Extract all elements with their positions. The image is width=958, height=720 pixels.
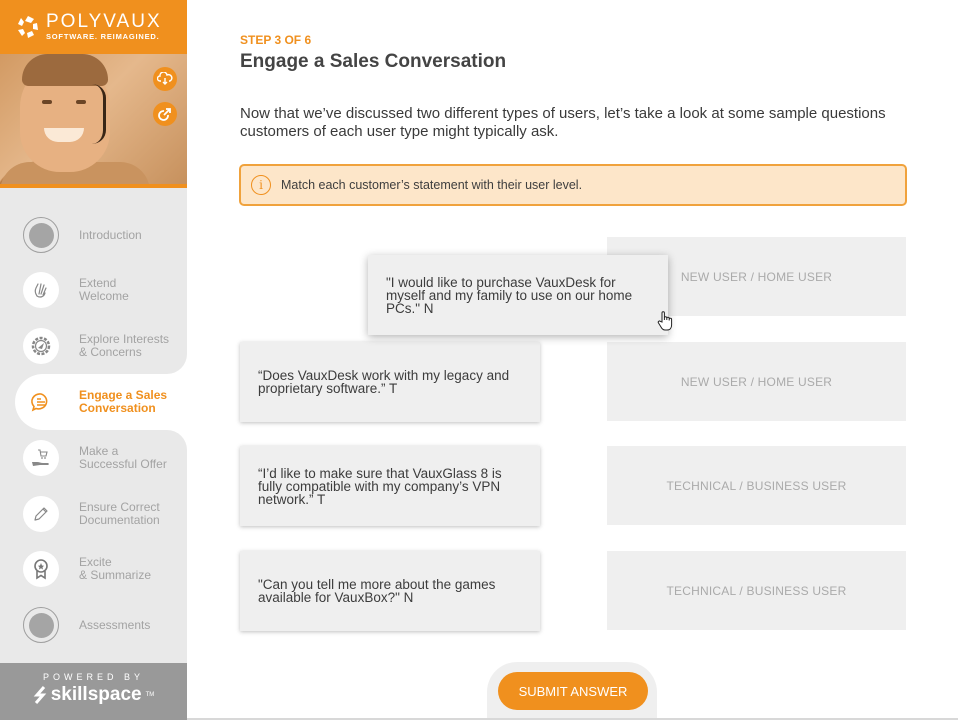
cloud-download-button[interactable]: [153, 67, 177, 91]
sidebar-item-ensure-documentation[interactable]: Ensure Correct Documentation: [0, 486, 187, 542]
share-button[interactable]: [153, 102, 177, 126]
ring-dot-icon: [23, 217, 59, 253]
main-content: STEP 3 OF 6 Engage a Sales Conversation …: [187, 0, 958, 720]
sidebar-item-excite-summarize[interactable]: Excite & Summarize: [0, 541, 187, 597]
hand-wave-icon: [23, 272, 59, 308]
skillspace-logo: skillspace TM: [0, 684, 187, 706]
sidebar-item-explore-interests[interactable]: Explore Interests & Concerns: [0, 318, 187, 374]
drop-target-label: TECHNICAL / BUSINESS USER: [666, 478, 847, 493]
award-ribbon-icon: [23, 551, 59, 587]
draggable-statement[interactable]: “I’d like to make sure that VauxGlass 8 …: [240, 446, 540, 526]
submit-answer-button[interactable]: SUBMIT ANSWER: [498, 672, 648, 710]
page-title: Engage a Sales Conversation: [240, 51, 507, 72]
sidebar-item-label: Introduction: [79, 227, 142, 242]
drop-target-technical-user[interactable]: TECHNICAL / BUSINESS USER: [607, 446, 906, 525]
share-icon: [158, 108, 171, 121]
hero-hair: [22, 54, 108, 86]
brand-tagline: SOFTWARE. REIMAGINED.: [46, 31, 160, 41]
skillspace-mark-icon: [33, 686, 47, 704]
drop-target-label: NEW USER / HOME USER: [680, 374, 833, 389]
logo-text: POLYVAUX SOFTWARE. REIMAGINED.: [46, 10, 162, 42]
chat-bubble-icon: [23, 384, 59, 420]
pencil-icon: [23, 496, 59, 532]
logo-bar: POLYVAUX SOFTWARE. REIMAGINED.: [0, 0, 187, 54]
compass-gear-icon: [23, 328, 59, 364]
sidebar-item-label: Extend Welcome: [79, 276, 129, 303]
hero-eye: [42, 100, 52, 104]
instruction-banner: i Match each customer’s statement with t…: [239, 164, 907, 206]
draggable-statement[interactable]: “Does VauxDesk work with my legacy and p…: [240, 342, 540, 422]
drop-target-label: TECHNICAL / BUSINESS USER: [666, 583, 847, 598]
drop-target-label: NEW USER / HOME USER: [680, 269, 833, 284]
statement-text: “Does VauxDesk work with my legacy and p…: [258, 368, 510, 396]
sidebar-item-label: Assessments: [79, 617, 151, 632]
sidebar-item-make-offer[interactable]: Make a Successful Offer: [0, 430, 187, 486]
sidebar-item-label: Make a Successful Offer: [79, 444, 167, 471]
sidebar: POLYVAUX SOFTWARE. REIMAGINED. Introduct…: [0, 0, 187, 720]
cloud-download-icon: [157, 72, 173, 85]
powered-by-label: POWERED BY: [42, 672, 144, 682]
brand-name: POLYVAUX: [46, 10, 162, 32]
hero-eye: [76, 100, 86, 104]
statement-text: "I would like to purchase VauxDesk for m…: [386, 274, 633, 316]
powered-by-footer: POWERED BY skillspace TM: [0, 663, 187, 720]
app-root: POLYVAUX SOFTWARE. REIMAGINED. Introduct…: [0, 0, 958, 720]
sidebar-item-label: Explore Interests & Concerns: [79, 332, 170, 359]
polyvaux-logo-icon: [18, 16, 38, 38]
sidebar-item-introduction[interactable]: Introduction: [0, 207, 187, 263]
skillspace-name: skillspace: [50, 684, 142, 705]
sidebar-item-label: Excite & Summarize: [79, 555, 152, 582]
hero-image: [0, 54, 187, 188]
sidebar-item-extend-welcome[interactable]: Extend Welcome: [0, 262, 187, 318]
sidebar-item-assessments[interactable]: Assessments: [0, 597, 187, 653]
ring-dot-icon: [23, 607, 59, 643]
draggable-statement[interactable]: "Can you tell me more about the games av…: [240, 551, 540, 631]
statement-text: "Can you tell me more about the games av…: [258, 577, 496, 605]
trademark: TM: [145, 692, 155, 698]
sidebar-item-label: Engage a Sales Conversation: [79, 388, 168, 415]
drop-target-new-user[interactable]: NEW USER / HOME USER: [607, 342, 906, 421]
drop-target-technical-user[interactable]: TECHNICAL / BUSINESS USER: [607, 551, 906, 630]
hand-cursor-icon: [657, 311, 673, 331]
intro-text: Now that we’ve discussed two different t…: [240, 105, 886, 140]
hand-cart-icon: [23, 440, 59, 476]
step-indicator: STEP 3 OF 6: [240, 33, 312, 47]
sidebar-item-label: Ensure Correct Documentation: [79, 500, 160, 527]
statement-text: “I’d like to make sure that VauxGlass 8 …: [258, 465, 502, 507]
draggable-statement-dragging[interactable]: "I would like to purchase VauxDesk for m…: [368, 255, 668, 335]
instruction-text: Match each customer’s statement with the…: [281, 178, 583, 192]
info-icon: i: [251, 175, 271, 195]
sidebar-item-engage-sales[interactable]: Engage a Sales Conversation: [15, 374, 187, 430]
hero-headset: [92, 84, 106, 144]
